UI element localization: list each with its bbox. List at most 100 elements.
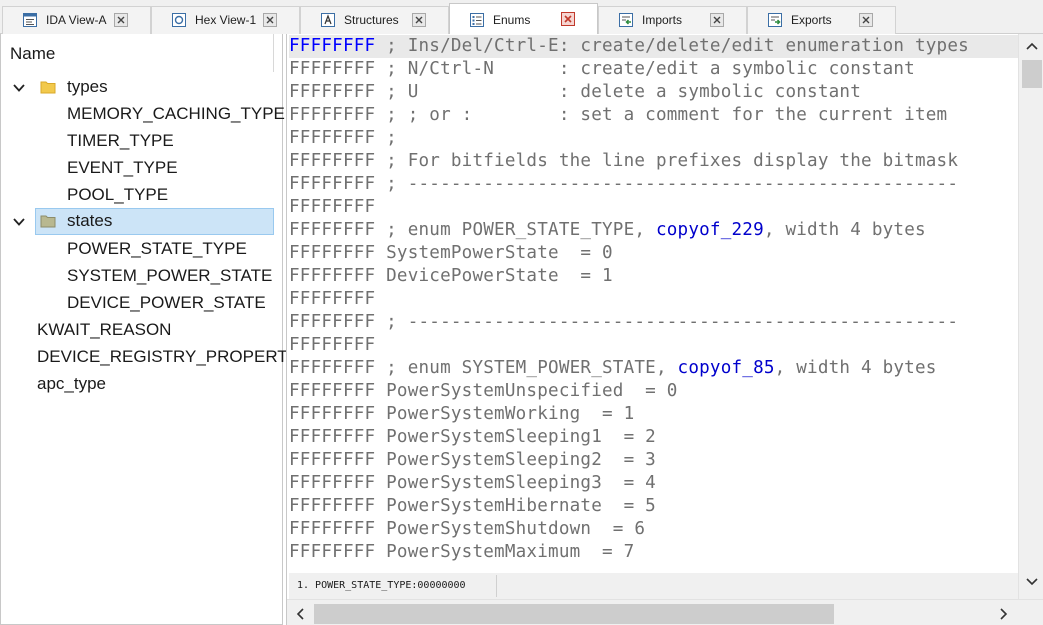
line-address: FFFFFFFF: [289, 473, 376, 493]
listing-lines[interactable]: FFFFFFFF ; Ins/Del/Ctrl-E: create/delete…: [289, 35, 1019, 570]
listing-line[interactable]: FFFFFFFF SystemPowerState = 0: [289, 242, 613, 265]
scroll-left-icon[interactable]: [295, 607, 305, 621]
listing-line[interactable]: FFFFFFFF: [289, 196, 375, 219]
listing-line[interactable]: FFFFFFFF ; U : delete a symbolic constan…: [289, 81, 861, 104]
line-address: FFFFFFFF: [289, 312, 376, 332]
line-text: ; --------------------------------------…: [375, 174, 959, 194]
chevron-down-icon[interactable]: [12, 81, 26, 95]
listing-line[interactable]: FFFFFFFF PowerSystemUnspecified = 0: [289, 380, 678, 403]
enum-listing-panel[interactable]: FFFFFFFF ; Ins/Del/Ctrl-E: create/delete…: [286, 34, 1043, 625]
tree-item-label: MEMORY_CACHING_TYPE: [67, 104, 285, 123]
line-address: FFFFFFFF: [289, 335, 376, 355]
line-text: ; N/Ctrl-N : create/edit a symbolic cons…: [375, 59, 915, 79]
listing-line[interactable]: FFFFFFFF ; N/Ctrl-N : create/edit a symb…: [289, 58, 915, 81]
horizontal-scrollbar[interactable]: [287, 599, 1043, 625]
scroll-up-icon[interactable]: [1025, 41, 1039, 51]
line-address: FFFFFFFF: [289, 59, 376, 79]
tab-bar: IDA View-A Hex View-1 Structures Enums I…: [0, 0, 1043, 35]
tree-item-label: DEVICE_POWER_STATE: [67, 293, 266, 312]
close-icon[interactable]: [561, 12, 575, 26]
listing-line[interactable]: FFFFFFFF PowerSystemSleeping2 = 3: [289, 449, 656, 472]
line-text: ;: [375, 128, 397, 148]
status-location: 1. POWER_STATE_TYPE:00000000: [297, 580, 466, 591]
tree-folder-types[interactable]: types: [1, 74, 274, 101]
tab-ida-view-a[interactable]: IDA View-A: [2, 6, 151, 34]
tree-item-label: types: [67, 77, 108, 96]
line-text: ; ; or : : set a comment for the current…: [375, 105, 948, 125]
close-icon[interactable]: [859, 13, 873, 27]
line-address: FFFFFFFF: [289, 542, 376, 562]
structures-icon: [321, 13, 335, 27]
line-address: FFFFFFFF: [289, 358, 376, 378]
tab-label: Structures: [344, 13, 399, 27]
line-text: ; --------------------------------------…: [375, 312, 959, 332]
listing-line[interactable]: FFFFFFFF: [289, 288, 375, 311]
line-text: PowerSystemShutdown = 6: [375, 519, 646, 539]
enum-reference-link[interactable]: copyof_85: [678, 358, 775, 378]
listing-line[interactable]: FFFFFFFF ; enum SYSTEM_POWER_STATE, copy…: [289, 357, 937, 380]
line-text: ; enum POWER_STATE_TYPE,: [375, 220, 656, 240]
scroll-right-icon[interactable]: [999, 607, 1009, 621]
line-text: ; Ins/Del/Ctrl-E: create/delete/edit enu…: [375, 36, 969, 56]
listing-line[interactable]: FFFFFFFF PowerSystemSleeping1 = 2: [289, 426, 656, 449]
tree-folder-states[interactable]: states: [1, 208, 274, 235]
tree-item-label: EVENT_TYPE: [67, 158, 178, 177]
line-address: FFFFFFFF: [289, 220, 376, 240]
listing-line[interactable]: FFFFFFFF ; enum POWER_STATE_TYPE, copyof…: [289, 219, 926, 242]
line-text: ; For bitfields the line prefixes displa…: [375, 151, 959, 171]
line-address: FFFFFFFF: [289, 151, 376, 171]
tree-item-label: TIMER_TYPE: [67, 131, 174, 150]
tab-structures[interactable]: Structures: [300, 6, 449, 34]
line-text: PowerSystemWorking = 1: [375, 404, 635, 424]
listing-line[interactable]: FFFFFFFF PowerSystemMaximum = 7: [289, 541, 634, 564]
listing-line[interactable]: FFFFFFFF DevicePowerState = 1: [289, 265, 613, 288]
line-text: PowerSystemSleeping2 = 3: [375, 450, 656, 470]
listing-line[interactable]: FFFFFFFF: [289, 334, 375, 357]
tab-enums[interactable]: Enums: [449, 3, 598, 35]
listing-line[interactable]: FFFFFFFF PowerSystemWorking = 1: [289, 403, 634, 426]
line-address: FFFFFFFF: [289, 266, 376, 286]
vertical-scrollbar[interactable]: [1018, 34, 1043, 599]
line-address: FFFFFFFF: [289, 105, 376, 125]
listing-line[interactable]: FFFFFFFF ; -----------------------------…: [289, 311, 958, 334]
line-address: FFFFFFFF: [289, 82, 376, 102]
line-address: FFFFFFFF: [289, 519, 376, 539]
vertical-scroll-thumb[interactable]: [1022, 60, 1042, 88]
listing-line[interactable]: FFFFFFFF ; Ins/Del/Ctrl-E: create/delete…: [289, 35, 1019, 58]
line-text: ; enum SYSTEM_POWER_STATE,: [375, 358, 678, 378]
line-text: PowerSystemSleeping1 = 2: [375, 427, 656, 447]
listing-line[interactable]: FFFFFFFF PowerSystemHibernate = 5: [289, 495, 656, 518]
line-text: PowerSystemHibernate = 5: [375, 496, 656, 516]
tab-imports[interactable]: Imports: [598, 6, 747, 34]
line-text: ; U : delete a symbolic constant: [375, 82, 861, 102]
tab-label: Hex View-1: [195, 13, 257, 27]
tree-item-label: states: [67, 211, 113, 230]
horizontal-scroll-thumb[interactable]: [314, 604, 834, 624]
tree-item-label: SYSTEM_POWER_STATE: [67, 266, 273, 285]
close-icon[interactable]: [114, 13, 128, 27]
listing-line[interactable]: FFFFFFFF PowerSystemSleeping3 = 4: [289, 472, 656, 495]
tree-item-label: apc_type: [37, 374, 106, 393]
chevron-down-icon[interactable]: [12, 215, 26, 229]
imports-icon: [619, 13, 633, 27]
enum-reference-link[interactable]: copyof_229: [656, 220, 764, 240]
close-icon[interactable]: [710, 13, 724, 27]
listing-line[interactable]: FFFFFFFF ; For bitfields the line prefix…: [289, 150, 958, 173]
line-address: FFFFFFFF: [289, 243, 376, 263]
line-address: FFFFFFFF: [289, 381, 376, 401]
listing-line[interactable]: FFFFFFFF ; ; or : : set a comment for th…: [289, 104, 947, 127]
listing-line[interactable]: FFFFFFFF ; -----------------------------…: [289, 173, 958, 196]
tab-label: Exports: [791, 13, 832, 27]
close-icon[interactable]: [263, 13, 277, 27]
close-icon[interactable]: [412, 13, 426, 27]
tab-exports[interactable]: Exports: [747, 6, 896, 34]
status-divider: [496, 575, 497, 597]
tree-column-header[interactable]: Name: [1, 34, 274, 72]
line-text: PowerSystemUnspecified = 0: [375, 381, 678, 401]
line-address: FFFFFFFF: [289, 289, 376, 309]
listing-line[interactable]: FFFFFFFF ;: [289, 127, 397, 150]
line-text-suffix: , width 4 bytes: [763, 220, 926, 240]
scroll-down-icon[interactable]: [1025, 577, 1039, 587]
tab-hex-view-1[interactable]: Hex View-1: [151, 6, 300, 34]
listing-line[interactable]: FFFFFFFF PowerSystemShutdown = 6: [289, 518, 645, 541]
